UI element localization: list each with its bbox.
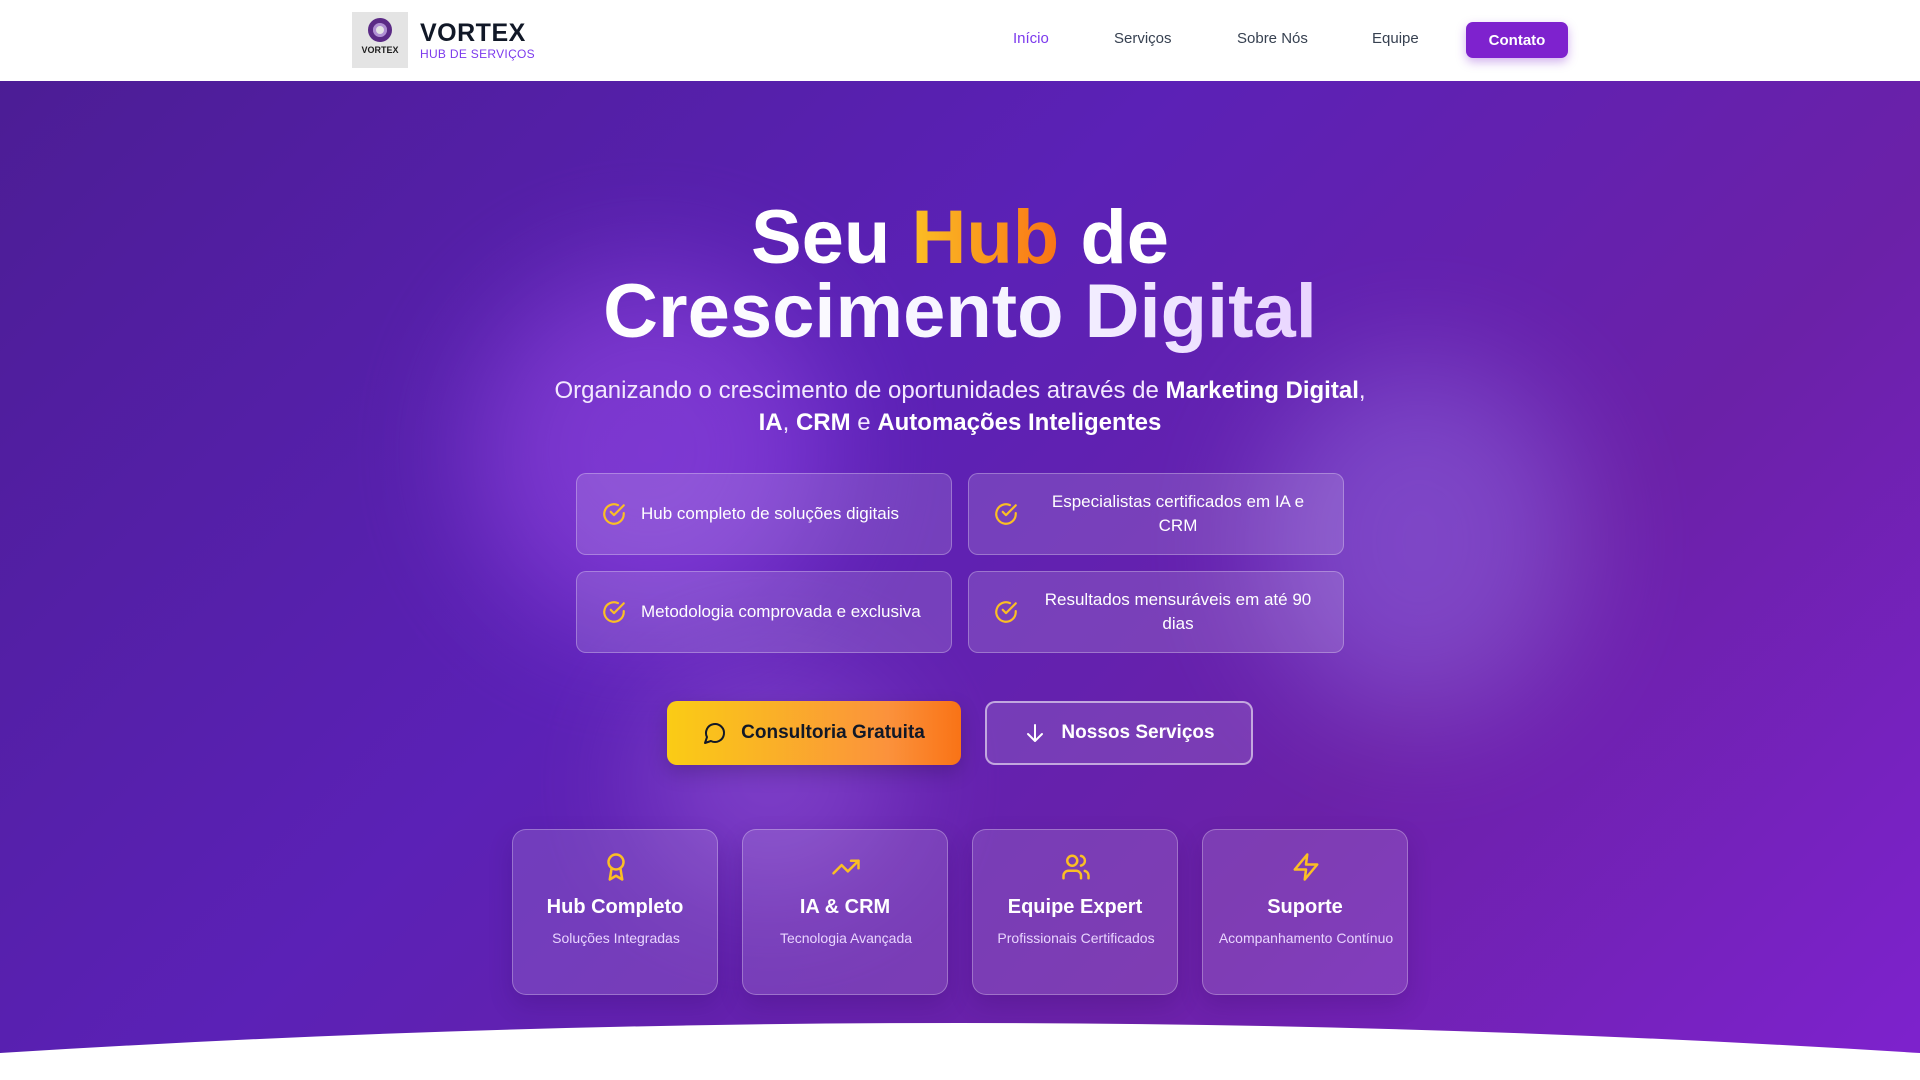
- card-title: IA & CRM: [799, 896, 891, 918]
- subtitle-highlight: CRM: [795, 409, 851, 436]
- feature-item: Hub completo de soluções digitais: [576, 473, 952, 555]
- logo[interactable]: VORTEX: [352, 12, 408, 68]
- subtitle-highlight: Marketing Digital: [1165, 377, 1359, 404]
- subtitle-text: e: [850, 409, 878, 436]
- free-consultation-label: Consultoria Gratuita: [741, 722, 925, 743]
- check-circle-icon: [995, 601, 1017, 623]
- arrow-down-icon: [1027, 724, 1044, 742]
- highlight-card: Hub Completo Soluções Integradas: [512, 829, 718, 995]
- subtitle-text: ,: [782, 409, 796, 436]
- check-circle-icon: [603, 503, 625, 525]
- site-header: VORTEX VORTEX HUB DE SERVIÇOS Início Ser…: [0, 0, 1920, 81]
- feature-text: Hub completo de soluções digitais: [641, 504, 899, 523]
- subtitle-text: Organizando o crescimento de oportunidad…: [554, 377, 1166, 404]
- hero-title: Seu Hub de Crescimento Digital: [0, 200, 1920, 350]
- hero-title-line1: Seu Hub de: [751, 195, 1169, 280]
- our-services-button[interactable]: Nossos Serviços: [985, 701, 1253, 765]
- subtitle-text: ,: [1358, 377, 1366, 404]
- nav-link-equipe[interactable]: Equipe: [1372, 30, 1419, 47]
- hero-title-seu: Seu: [750, 195, 912, 280]
- hero-title-line2: Crescimento Digital: [603, 269, 1317, 354]
- trending-up-icon: [832, 859, 860, 875]
- card-subtitle: Acompanhamento Contínuo: [1218, 930, 1394, 946]
- highlight-card: Suporte Acompanhamento Contínuo: [1202, 829, 1408, 995]
- nav-link-servicos[interactable]: Serviços: [1114, 30, 1172, 47]
- chat-bubble-icon: [704, 723, 726, 744]
- nav-link-sobre-nos[interactable]: Sobre Nós: [1237, 30, 1308, 47]
- nav-link-inicio[interactable]: Início: [1013, 30, 1049, 47]
- card-subtitle: Tecnologia Avançada: [779, 930, 913, 946]
- hero-title-de: de: [1059, 195, 1170, 280]
- subtitle-highlight: Automações Inteligentes: [877, 409, 1162, 436]
- feature-text: Resultados mensuráveis em até 90 dias: [1044, 590, 1312, 633]
- feature-item: Especialistas certificados em IA e CRM: [968, 473, 1344, 555]
- card-subtitle: Soluções Integradas: [552, 930, 680, 946]
- brand-name[interactable]: VORTEX: [420, 19, 526, 48]
- feature-text: Especialistas certificados em IA e CRM: [1051, 492, 1305, 535]
- hero-title-accent: Hub: [911, 195, 1060, 280]
- feature-text: Metodologia comprovada e exclusiva: [641, 602, 921, 621]
- feature-item: Metodologia comprovada e exclusiva: [576, 571, 952, 653]
- brand-tagline: HUB DE SERVIÇOS: [420, 47, 535, 61]
- subtitle-highlight: IA: [758, 409, 783, 436]
- card-title: Suporte: [1267, 896, 1343, 918]
- card-title: Hub Completo: [546, 896, 684, 918]
- check-circle-icon: [995, 503, 1017, 525]
- award-icon: [607, 853, 625, 881]
- lightning-icon: [1293, 853, 1319, 881]
- highlight-card: Equipe Expert Profissionais Certificados: [972, 829, 1178, 995]
- logo-swirl-icon: [368, 18, 392, 42]
- contact-button[interactable]: Contato: [1466, 22, 1568, 58]
- highlight-card: IA & CRM Tecnologia Avançada: [742, 829, 948, 995]
- section-divider-wave: [0, 1023, 1920, 1080]
- card-title: Equipe Expert: [1007, 896, 1143, 918]
- logo-text: VORTEX: [361, 45, 399, 55]
- card-subtitle: Profissionais Certificados: [997, 930, 1155, 946]
- users-icon: [1062, 854, 1090, 880]
- hero-section: Seu Hub de Crescimento Digital Organizan…: [0, 81, 1920, 1080]
- hero-subtitle: Organizando o crescimento de oportunidad…: [510, 375, 1410, 439]
- feature-item: Resultados mensuráveis em até 90 dias: [968, 571, 1344, 653]
- free-consultation-button[interactable]: Consultoria Gratuita: [667, 701, 961, 765]
- check-circle-icon: [603, 601, 625, 623]
- our-services-label: Nossos Serviços: [1061, 722, 1215, 743]
